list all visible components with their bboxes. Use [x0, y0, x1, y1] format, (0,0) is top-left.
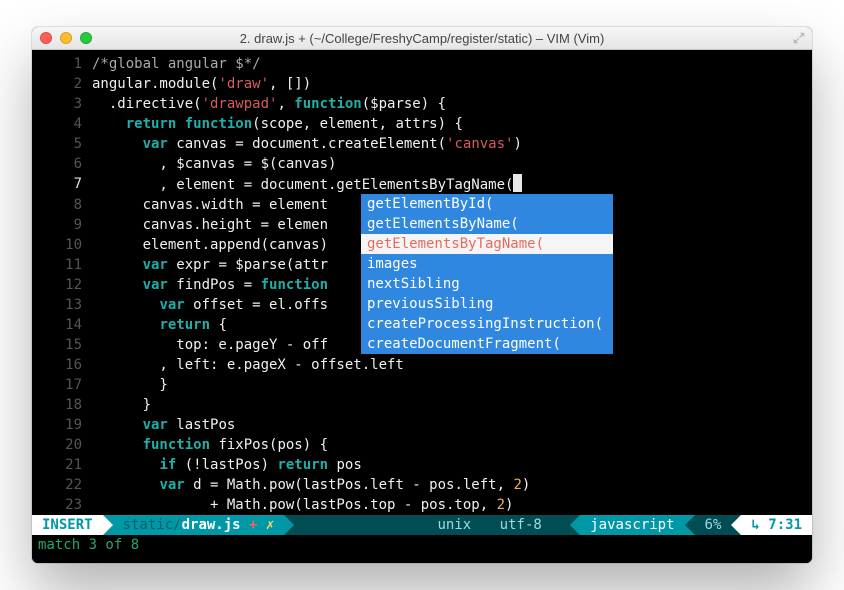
status-fileformat: unix — [438, 515, 472, 535]
titlebar[interactable]: 2. draw.js + (~/College/FreshyCamp/regis… — [32, 27, 812, 50]
line-number: 18 — [32, 395, 92, 415]
chevron-left-icon: ❮ — [481, 515, 489, 535]
completion-item[interactable]: images — [361, 254, 613, 274]
line-number: 13 — [32, 295, 92, 315]
mode-indicator: INSERT — [32, 515, 103, 535]
completion-item[interactable]: createProcessingInstruction( — [361, 314, 613, 334]
close-icon[interactable] — [40, 32, 52, 44]
line-number: 20 — [32, 435, 92, 455]
line-number: 8 — [32, 195, 92, 215]
line-number: 16 — [32, 355, 92, 375]
vim-window: 2. draw.js + (~/College/FreshyCamp/regis… — [32, 27, 812, 563]
line-number: 22 — [32, 475, 92, 495]
line-number-current: 7 — [32, 174, 92, 195]
completion-item-selected[interactable]: getElementsByTagName( — [361, 234, 613, 254]
minimize-icon[interactable] — [60, 32, 72, 44]
chevron-left-icon — [731, 515, 741, 535]
completion-item[interactable]: createDocumentFragment( — [361, 334, 613, 354]
chevron-left-icon: ❮ — [552, 515, 560, 535]
line-number: 5 — [32, 134, 92, 154]
line-number: 12 — [32, 275, 92, 295]
line-number: 15 — [32, 335, 92, 355]
line-number: 1 — [32, 54, 92, 74]
chevron-left-icon — [685, 515, 695, 535]
chevron-right-icon — [103, 515, 113, 535]
completion-item[interactable]: getElementById( — [361, 194, 613, 214]
chevron-left-icon — [570, 515, 580, 535]
line-number: 2 — [32, 74, 92, 94]
status-encoding: utf-8 — [500, 515, 542, 535]
line-number: 6 — [32, 154, 92, 174]
completion-item[interactable]: previousSibling — [361, 294, 613, 314]
line-number: 21 — [32, 455, 92, 475]
zoom-icon[interactable] — [80, 32, 92, 44]
status-file: static/draw.js + ✗ — [113, 515, 285, 535]
chevron-right-icon — [284, 515, 294, 535]
line-number: 11 — [32, 255, 92, 275]
completion-item[interactable]: nextSibling — [361, 274, 613, 294]
completion-item[interactable]: getElementsByName( — [361, 214, 613, 234]
line-number: 17 — [32, 375, 92, 395]
line-number: 9 — [32, 215, 92, 235]
status-percent: 6% — [695, 515, 732, 535]
line-number: 10 — [32, 235, 92, 255]
status-line: INSERT static/draw.js + ✗ unix ❮ utf-8 ❮… — [32, 515, 812, 535]
code-text: /*global angular $*/ — [92, 56, 261, 72]
line-number: 3 — [32, 94, 92, 114]
line-number: 19 — [32, 415, 92, 435]
line-number: 23 — [32, 495, 92, 515]
window-title: 2. draw.js + (~/College/FreshyCamp/regis… — [32, 31, 812, 46]
fullscreen-icon[interactable] — [792, 31, 806, 45]
editor-pane[interactable]: 1/*global angular $*/ 2angular.module('d… — [32, 50, 812, 515]
line-number: 4 — [32, 114, 92, 134]
status-position: ↳ 7:31 — [741, 515, 812, 535]
command-message: match 3 of 8 — [32, 535, 812, 563]
line-number: 14 — [32, 315, 92, 335]
status-middle: unix ❮ utf-8 ❮ — [294, 515, 570, 535]
status-filetype: javascript — [580, 515, 684, 535]
completion-popup[interactable]: getElementById( getElementsByName( getEl… — [361, 194, 613, 354]
cursor-icon — [513, 174, 522, 192]
traffic-lights — [40, 32, 92, 44]
